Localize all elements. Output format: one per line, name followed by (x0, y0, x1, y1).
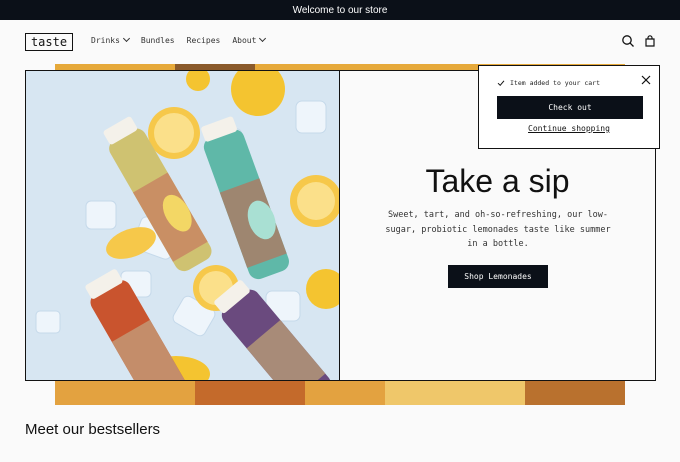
cart-notification: Item added to your cart Check out Contin… (478, 65, 660, 149)
cart-icon[interactable] (643, 34, 657, 48)
hero-product-image (25, 70, 340, 381)
nav-item-bundles[interactable]: Bundles (141, 36, 175, 45)
cart-message-text: Item added to your cart (510, 79, 601, 87)
lemonade-bottles-illustration (26, 71, 339, 380)
continue-shopping-link[interactable]: Continue shopping (479, 124, 659, 133)
nav-item-about[interactable]: About (232, 34, 267, 45)
nav-item-label: Recipes (186, 36, 221, 45)
site-header: taste Drinks Bundles Recipes About (0, 20, 680, 64)
nav-item-label: Drinks (91, 36, 120, 45)
bestsellers-heading: Meet our bestsellers (25, 421, 161, 438)
checkout-button[interactable]: Check out (497, 96, 643, 119)
chevron-down-icon (122, 34, 130, 43)
nav-item-label: About (232, 36, 257, 45)
search-icon[interactable] (621, 34, 635, 48)
cart-notification-message: Item added to your cart (497, 79, 600, 87)
hero-description: Sweet, tart, and oh-so-refreshing, our l… (385, 210, 611, 249)
announcement-text: Welcome to our store (292, 4, 388, 16)
announcement-bar: Welcome to our store (0, 0, 680, 20)
store-logo[interactable]: taste (25, 33, 73, 51)
chevron-down-icon (259, 34, 267, 43)
shop-lemonades-button[interactable]: Shop Lemonades (448, 265, 548, 288)
nav-item-drinks[interactable]: Drinks (91, 34, 130, 45)
hero-title: Take a sip (425, 163, 570, 199)
close-icon[interactable] (640, 74, 652, 86)
nav-item-recipes[interactable]: Recipes (187, 36, 221, 45)
nav-item-label: Bundles (140, 36, 175, 45)
checkmark-icon (497, 80, 505, 87)
main-nav: Drinks Bundles Recipes About (91, 34, 277, 45)
